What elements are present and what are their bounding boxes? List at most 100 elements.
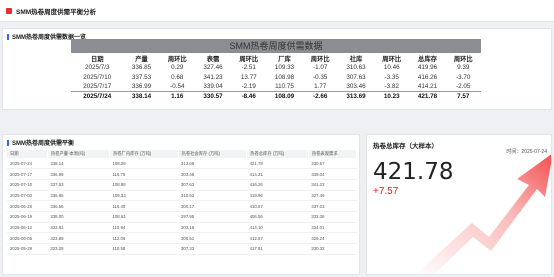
table-cell: 10.23 (374, 91, 410, 101)
table-cell: 414.10 (246, 222, 309, 234)
table-row: 2025-07-10 337.53 108.98 307.63 416.26 341.23 (7, 179, 357, 191)
column-header: 日期 (7, 150, 48, 158)
table-row: 2025-06-12 332.81 110.94 303.16 414.10 334.01 (7, 222, 357, 234)
card-date: 时间：2025-07-24 (506, 149, 547, 155)
table-cell: 336.99 (47, 168, 110, 180)
summary-header-row: 日期 产量 周环比 表需 周环比 厂库 周环比 社库 周环比 总库存 周环比 (71, 53, 481, 63)
table-cell: 2025/7/10 (83, 73, 112, 81)
table-row: 2025/7/10 337.53 0.68 341.23 13.77 108.98 -0.3… (71, 73, 481, 83)
table-cell: 339.04 (203, 83, 223, 90)
balance-header-row: 日期 热卷产量-本周(吨) 热卷厂内库存 (万吨) 热卷社会库存 (万吨) 热卷总库存 … (7, 150, 358, 158)
table-cell: 2025-05-29 (7, 243, 48, 255)
table-cell: 303.46 (178, 168, 247, 180)
table-cell: 300.51 (178, 232, 247, 244)
table-cell: 421.78 (409, 91, 446, 101)
balance-table: 日期 热卷产量-本周(吨) 热卷厂内库存 (万吨) 热卷社会库存 (万吨) 热卷总库存 … (7, 150, 358, 255)
table-cell: 414.21 (417, 83, 438, 90)
table-cell: -3.35 (384, 73, 399, 81)
table-cell: 416.26 (417, 73, 438, 81)
table-cell: -2.66 (302, 91, 338, 101)
table-cell: 2025/7/3 (84, 64, 110, 72)
table-cell: 313.69 (178, 158, 247, 170)
top-bar: SMM热卷周度供需平衡分析 (0, 0, 554, 22)
table-row: 2025-06-26 336.56 110.40 300.17 410.57 337.03 (7, 200, 357, 212)
table-row: 2025-05-29 323.28 110.58 307.33 417.91 330.32 (7, 243, 357, 255)
table-cell: 336.85 (131, 64, 152, 72)
table-cell: 2025-07-10 (7, 179, 48, 191)
table-cell: 406.56 (246, 211, 309, 223)
table-cell: 307.63 (346, 73, 366, 81)
table-cell: 2025-06-12 (7, 222, 48, 234)
table-row: 2025-07-24 338.14 108.09 313.69 421.78 330.57 (7, 158, 357, 170)
table-cell: 2025-06-19 (7, 211, 48, 223)
table-cell: 109.33 (109, 190, 179, 202)
table-row: 2025/7/3 336.85 0.29 327.46 -2.51 109.33 -1.07… (71, 63, 481, 73)
summary-table-caption: SMM热卷周度供需数据 (71, 39, 481, 53)
table-cell: 414.21 (246, 168, 309, 180)
table-cell: -2.19 (241, 83, 256, 90)
column-header: 热卷表观需求 (308, 150, 358, 158)
table-cell: 2025/7/17 (83, 83, 112, 90)
table-cell: 108.09 (109, 158, 179, 170)
table-cell: -1.07 (313, 64, 328, 72)
table-cell: 307.33 (178, 243, 247, 255)
table-cell: 338.14 (47, 158, 110, 170)
table-cell: 341.23 (203, 73, 223, 81)
table-cell: -8.46 (231, 91, 267, 101)
table-cell: 303.16 (178, 222, 247, 234)
column-header: 周环比 (453, 55, 473, 63)
table-cell: 300.17 (178, 200, 247, 212)
table-cell: 336.56 (47, 200, 110, 212)
column-header: 周环比 (239, 55, 259, 63)
table-cell: 2025-07-17 (7, 168, 48, 180)
table-cell: 310.63 (346, 64, 366, 72)
table-cell: 339.04 (308, 168, 357, 180)
table-cell: 410.57 (246, 200, 309, 212)
table-cell: 412.57 (246, 232, 309, 244)
table-cell: 110.75 (275, 83, 294, 90)
table-cell: -0.35 (313, 73, 328, 81)
table-cell: 108.98 (274, 73, 295, 81)
column-header: 厂库 (278, 55, 291, 63)
table-cell: -2.05 (456, 83, 471, 90)
table-cell: 330.57 (308, 158, 357, 170)
table-row: 2025-07-17 336.99 110.75 303.46 414.21 339.04 (7, 168, 357, 180)
table-row: 2025/7/17 336.99 -0.54 339.04 -2.19 110.75 1.7… (71, 82, 481, 92)
table-cell: -0.54 (170, 83, 185, 90)
table-cell: 332.36 (308, 211, 357, 223)
table-cell: 110.94 (109, 222, 179, 234)
table-cell: -3.82 (384, 83, 399, 90)
table-cell: 2025-06-05 (7, 232, 48, 244)
table-cell: 329.24 (308, 232, 357, 244)
table-cell: 109.33 (274, 64, 295, 72)
column-header: 周环比 (382, 55, 402, 63)
column-header: 社库 (349, 55, 363, 63)
table-cell: 327.46 (203, 64, 223, 72)
table-cell: 338.00 (47, 211, 110, 223)
column-header: 周环比 (310, 55, 330, 63)
table-cell: 108.98 (109, 179, 179, 191)
page-title: SMM热卷周度供需平衡分析 (16, 8, 97, 16)
table-row: 2025-06-19 338.00 108.61 297.95 406.56 332.36 (7, 211, 357, 223)
table-cell: 0.29 (171, 64, 184, 72)
table-cell: 297.95 (178, 211, 247, 223)
column-header: 日期 (90, 55, 104, 63)
table-cell: 338.14 (123, 91, 160, 101)
table-cell: 313.69 (337, 91, 375, 101)
summary-table: SMM热卷周度供需数据 日期 产量 周环比 表需 周环比 厂库 周环比 社库 周环比 总库存 周环比… (71, 39, 481, 101)
table-cell: 9.39 (457, 64, 470, 72)
table-cell: 419.96 (246, 190, 309, 202)
table-cell: 341.23 (308, 179, 357, 191)
column-header: 总库存 (418, 55, 437, 63)
table-cell: 332.81 (47, 222, 110, 234)
table-cell: 0.68 (171, 73, 184, 81)
column-header: 表需 (206, 55, 220, 63)
table-cell: 419.96 (417, 64, 438, 72)
column-header: 周环比 (167, 55, 187, 63)
inventory-change: +7.57 (373, 186, 399, 197)
table-cell: 307.63 (178, 179, 247, 191)
table-cell: 110.75 (109, 168, 179, 180)
table-cell: 336.85 (47, 190, 110, 202)
table-cell: 337.53 (47, 179, 110, 191)
panel-title-text: SMM热卷周度供需平衡 (12, 141, 74, 147)
